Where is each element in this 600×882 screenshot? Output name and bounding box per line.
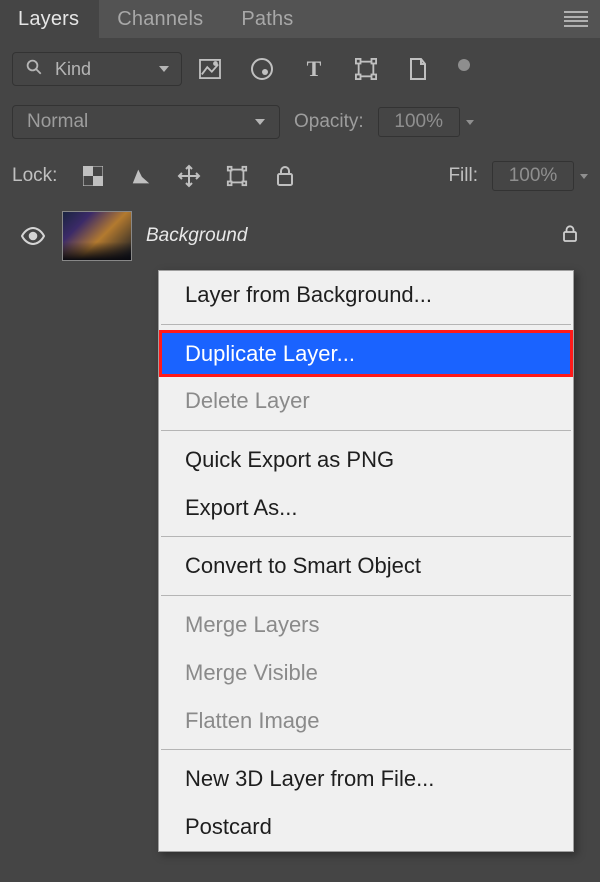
fill-value: 100% xyxy=(509,165,558,187)
adjustment-layer-filter-icon[interactable] xyxy=(250,57,274,81)
filter-kind-dropdown[interactable]: Kind xyxy=(12,52,182,86)
layer-row-background[interactable]: Background xyxy=(12,206,588,266)
lock-image-pixels-icon[interactable] xyxy=(129,164,153,188)
menu-item-merge-visible: Merge Visible xyxy=(159,649,573,697)
opacity-label: Opacity: xyxy=(294,111,364,133)
layer-thumbnail[interactable] xyxy=(62,211,132,261)
chevron-down-icon[interactable] xyxy=(466,120,474,125)
menu-item-new-3d-layer-from-file[interactable]: New 3D Layer from File... xyxy=(159,755,573,803)
shape-layer-filter-icon[interactable] xyxy=(354,57,378,81)
blend-mode-dropdown[interactable]: Normal xyxy=(12,105,280,139)
lock-row: Lock: xyxy=(12,156,588,196)
menu-item-flatten-image: Flatten Image xyxy=(159,697,573,745)
layer-name[interactable]: Background xyxy=(146,225,548,247)
search-icon xyxy=(25,58,43,81)
menu-item-convert-to-smart-object[interactable]: Convert to Smart Object xyxy=(159,542,573,590)
visibility-eye-icon[interactable] xyxy=(18,227,48,245)
menu-separator xyxy=(161,536,571,537)
blend-mode-value: Normal xyxy=(27,111,88,133)
opacity-value: 100% xyxy=(394,111,443,133)
layer-filter-row: Kind T xyxy=(12,50,588,88)
pixel-layer-filter-icon[interactable] xyxy=(198,57,222,81)
menu-item-postcard[interactable]: Postcard xyxy=(159,803,573,851)
panel-flyout-menu-icon[interactable] xyxy=(562,7,590,31)
fill-label: Fill: xyxy=(448,165,478,187)
menu-item-delete-layer: Delete Layer xyxy=(159,377,573,425)
tab-layers[interactable]: Layers xyxy=(0,0,99,38)
layers-panel: Layers Channels Paths Kind xyxy=(0,0,600,882)
menu-separator xyxy=(161,749,571,750)
menu-separator xyxy=(161,595,571,596)
opacity-input[interactable]: 100% xyxy=(378,107,460,137)
menu-separator xyxy=(161,430,571,431)
lock-position-icon[interactable] xyxy=(177,164,201,188)
menu-separator xyxy=(161,324,571,325)
menu-item-merge-layers: Merge Layers xyxy=(159,601,573,649)
lock-all-icon[interactable] xyxy=(273,164,297,188)
blend-row: Normal Opacity: 100% xyxy=(12,102,588,142)
layer-locked-icon xyxy=(562,225,578,248)
menu-item-duplicate-layer[interactable]: Duplicate Layer... xyxy=(159,330,573,378)
lock-transparent-pixels-icon[interactable] xyxy=(81,164,105,188)
tab-channels[interactable]: Channels xyxy=(99,0,223,38)
tab-paths[interactable]: Paths xyxy=(223,0,313,38)
smart-object-filter-icon[interactable] xyxy=(406,57,430,81)
filter-kind-label: Kind xyxy=(55,59,91,80)
menu-item-export-as[interactable]: Export As... xyxy=(159,484,573,532)
menu-item-quick-export-as-png[interactable]: Quick Export as PNG xyxy=(159,436,573,484)
panel-tabs: Layers Channels Paths xyxy=(0,0,600,38)
lock-label: Lock: xyxy=(12,165,57,187)
filter-toggle-indicator[interactable] xyxy=(458,59,470,71)
prevent-nesting-icon[interactable] xyxy=(225,164,249,188)
layer-context-menu: Layer from Background... Duplicate Layer.… xyxy=(158,270,574,852)
chevron-down-icon xyxy=(255,119,265,125)
chevron-down-icon[interactable] xyxy=(580,174,588,179)
layer-type-filters: T xyxy=(198,57,470,81)
chevron-down-icon xyxy=(159,66,169,72)
menu-item-layer-from-background[interactable]: Layer from Background... xyxy=(159,271,573,319)
type-layer-filter-icon[interactable]: T xyxy=(302,57,326,81)
fill-input[interactable]: 100% xyxy=(492,161,574,191)
